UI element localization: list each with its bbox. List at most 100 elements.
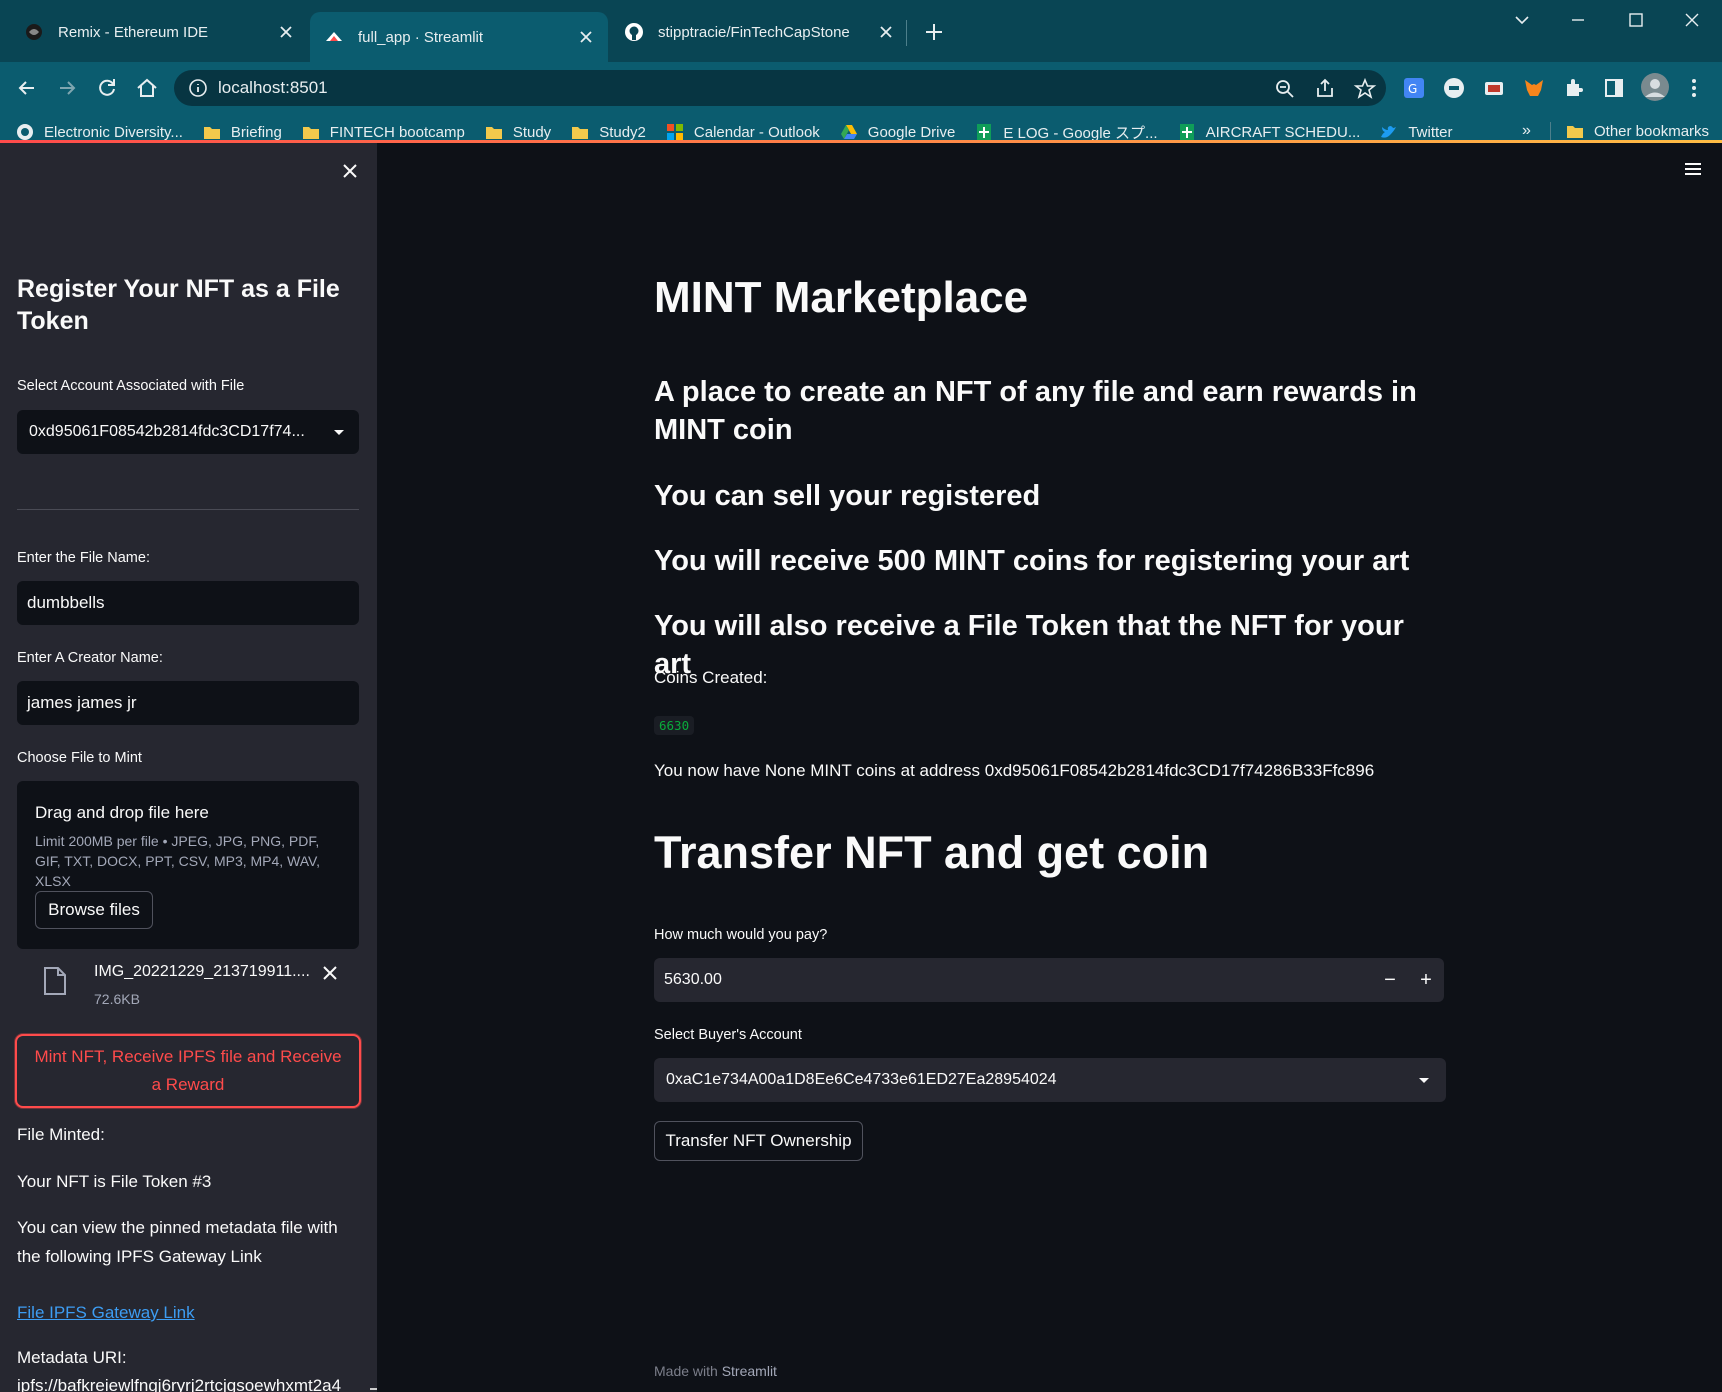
decrement-button[interactable]: − <box>1372 958 1408 1002</box>
reload-icon[interactable] <box>94 75 120 101</box>
buyer-account-select[interactable]: 0xaC1e734A00a1D8Ee6Ce4733e61ED27Ea289540… <box>654 1058 1446 1102</box>
subheading-3: You will receive 500 MINT coins for regi… <box>654 545 1410 577</box>
globe-icon <box>17 124 33 140</box>
file-name-label: Enter the File Name: <box>17 550 150 566</box>
zoom-icon[interactable] <box>1272 76 1298 102</box>
caret-down-icon <box>334 430 344 435</box>
back-arrow-icon[interactable] <box>14 75 40 101</box>
extensions-puzzle-icon[interactable] <box>1562 76 1586 100</box>
bookmark-item[interactable]: Twitter <box>1380 123 1453 141</box>
footer: Made with Streamlit <box>654 1363 777 1379</box>
sidebar-scrollbar[interactable] <box>370 1388 377 1390</box>
hamburger-menu-icon[interactable] <box>1683 161 1703 177</box>
tab-github[interactable]: stipptracie/FinTechCapStone <box>610 12 908 52</box>
translate-extension-icon[interactable]: G <box>1402 76 1426 100</box>
folder-icon <box>485 127 502 139</box>
coins-created-label: Coins Created: <box>654 668 768 687</box>
drive-icon <box>840 125 857 139</box>
pay-amount-input[interactable]: 5630.00 − + <box>654 958 1444 1002</box>
share-icon[interactable] <box>1312 76 1338 102</box>
increment-button[interactable]: + <box>1408 958 1444 1002</box>
account-select[interactable]: 0xd95061F08542b2814fdc3CD17f74... <box>17 410 359 454</box>
sidebar-title: Register Your NFT as a File Token <box>17 275 340 335</box>
file-dropzone[interactable]: Drag and drop file here Limit 200MB per … <box>17 781 359 949</box>
tab-search-chevron-icon[interactable] <box>1508 8 1536 32</box>
bookmark-item[interactable]: AIRCRAFT SCHEDU... <box>1178 123 1361 141</box>
ipfs-gateway-link[interactable]: File IPFS Gateway Link <box>17 1303 195 1323</box>
metamask-fox-icon[interactable] <box>1522 76 1546 100</box>
bookmark-item[interactable]: Study2 <box>571 123 646 141</box>
tab-title: stipptracie/FinTechCapStone <box>658 23 850 41</box>
metadata-uri-label: Metadata URI: <box>17 1348 127 1367</box>
streamlit-icon <box>326 32 342 41</box>
streamlit-link[interactable]: Streamlit <box>722 1363 777 1379</box>
screenshot-extension-icon[interactable] <box>1482 76 1506 100</box>
browse-files-button[interactable]: Browse files <box>35 891 153 929</box>
creator-name-label: Enter A Creator Name: <box>17 650 163 666</box>
maximize-icon[interactable] <box>1622 8 1650 32</box>
account-select-label: Select Account Associated with File <box>17 378 245 394</box>
chrome-menu-icon[interactable] <box>1682 76 1706 100</box>
pay-amount-value: 5630.00 <box>664 971 722 988</box>
mint-nft-button[interactable]: Mint NFT, Receive IPFS file and Receive … <box>15 1034 361 1108</box>
file-name-input[interactable]: dumbbells <box>17 581 359 625</box>
browser-tab-strip: Remix - Ethereum IDE full_app · Streamli… <box>0 0 1722 62</box>
forward-arrow-icon[interactable] <box>54 75 80 101</box>
minimize-icon[interactable] <box>1564 8 1592 32</box>
profile-avatar-icon[interactable] <box>1640 72 1670 102</box>
side-panel-icon[interactable] <box>1602 76 1626 100</box>
bookmark-item[interactable]: Google Drive <box>840 123 956 141</box>
bookmark-star-icon[interactable] <box>1352 76 1378 102</box>
bookmark-item[interactable]: Briefing <box>203 123 282 141</box>
dropzone-title: Drag and drop file here <box>35 803 209 822</box>
bookmark-item[interactable]: Electronic Diversity... <box>16 123 183 141</box>
bookmark-label: Google Drive <box>867 123 956 141</box>
subheading-2: You can sell your registered <box>654 480 1041 512</box>
footer-prefix: Made with <box>654 1363 718 1379</box>
close-tab-icon[interactable] <box>878 24 894 40</box>
account-select-value: 0xd95061F08542b2814fdc3CD17f74... <box>29 423 305 440</box>
subheading-1: A place to create an NFT of any file and… <box>654 376 1417 446</box>
sidebar-divider <box>17 509 359 510</box>
close-sidebar-icon[interactable] <box>340 161 360 181</box>
bookmark-label: Study <box>512 123 552 141</box>
new-tab-plus-icon[interactable] <box>922 20 946 44</box>
transfer-nft-button[interactable]: Transfer NFT Ownership <box>654 1121 863 1161</box>
bookmark-label: AIRCRAFT SCHEDU... <box>1205 123 1361 141</box>
other-bookmarks-folder[interactable]: Other bookmarks <box>1566 122 1709 140</box>
bookmark-item[interactable]: FINTECH bootcamp <box>302 123 465 141</box>
window-close-icon[interactable] <box>1678 8 1706 32</box>
file-minted-text: File Minted: <box>17 1125 105 1144</box>
home-icon[interactable] <box>134 75 160 101</box>
tab-streamlit[interactable]: full_app · Streamlit <box>310 12 608 62</box>
tab-title: Remix - Ethereum IDE <box>58 23 209 41</box>
choose-file-label: Choose File to Mint <box>17 750 142 766</box>
uploaded-file-size: 72.6KB <box>94 991 140 1007</box>
address-bar[interactable]: localhost:8501 <box>174 70 1386 106</box>
token-number-text: Your NFT is File Token #3 <box>17 1172 212 1191</box>
file-icon <box>44 967 66 995</box>
coins-created-value: 6630 <box>654 716 695 735</box>
chat-extension-icon[interactable] <box>1442 76 1466 100</box>
twitter-icon <box>1381 126 1397 138</box>
close-tab-icon[interactable] <box>278 24 294 40</box>
site-info-icon[interactable] <box>188 78 208 98</box>
sheets-icon <box>1179 124 1194 140</box>
bookmarks-overflow-button[interactable]: » <box>1522 122 1531 140</box>
svg-text:G: G <box>1408 82 1417 96</box>
close-tab-icon[interactable] <box>578 29 594 45</box>
other-bookmarks-label: Other bookmarks <box>1594 122 1710 140</box>
tab-remix[interactable]: Remix - Ethereum IDE <box>10 12 308 52</box>
remove-file-icon[interactable] <box>320 963 340 983</box>
main-content: MINT Marketplace A place to create an NF… <box>377 143 1722 1392</box>
bookmark-label: Electronic Diversity... <box>44 123 183 141</box>
creator-name-input[interactable]: james james jr <box>17 681 359 725</box>
tab-title: full_app · Streamlit <box>358 28 484 46</box>
bookmark-item[interactable]: Calendar - Outlook <box>666 123 820 141</box>
bookmark-label: Briefing <box>230 123 282 141</box>
bookmark-item[interactable]: Study <box>485 123 551 141</box>
metadata-uri-value: ipfs://bafkreiewlfngj6ryrj2rtcjgsoewhxmt… <box>17 1376 342 1392</box>
url-text: localhost:8501 <box>218 78 328 97</box>
bookmark-label: Study2 <box>599 123 646 141</box>
subheading-4: You will also receive a File Token that … <box>654 610 1404 680</box>
